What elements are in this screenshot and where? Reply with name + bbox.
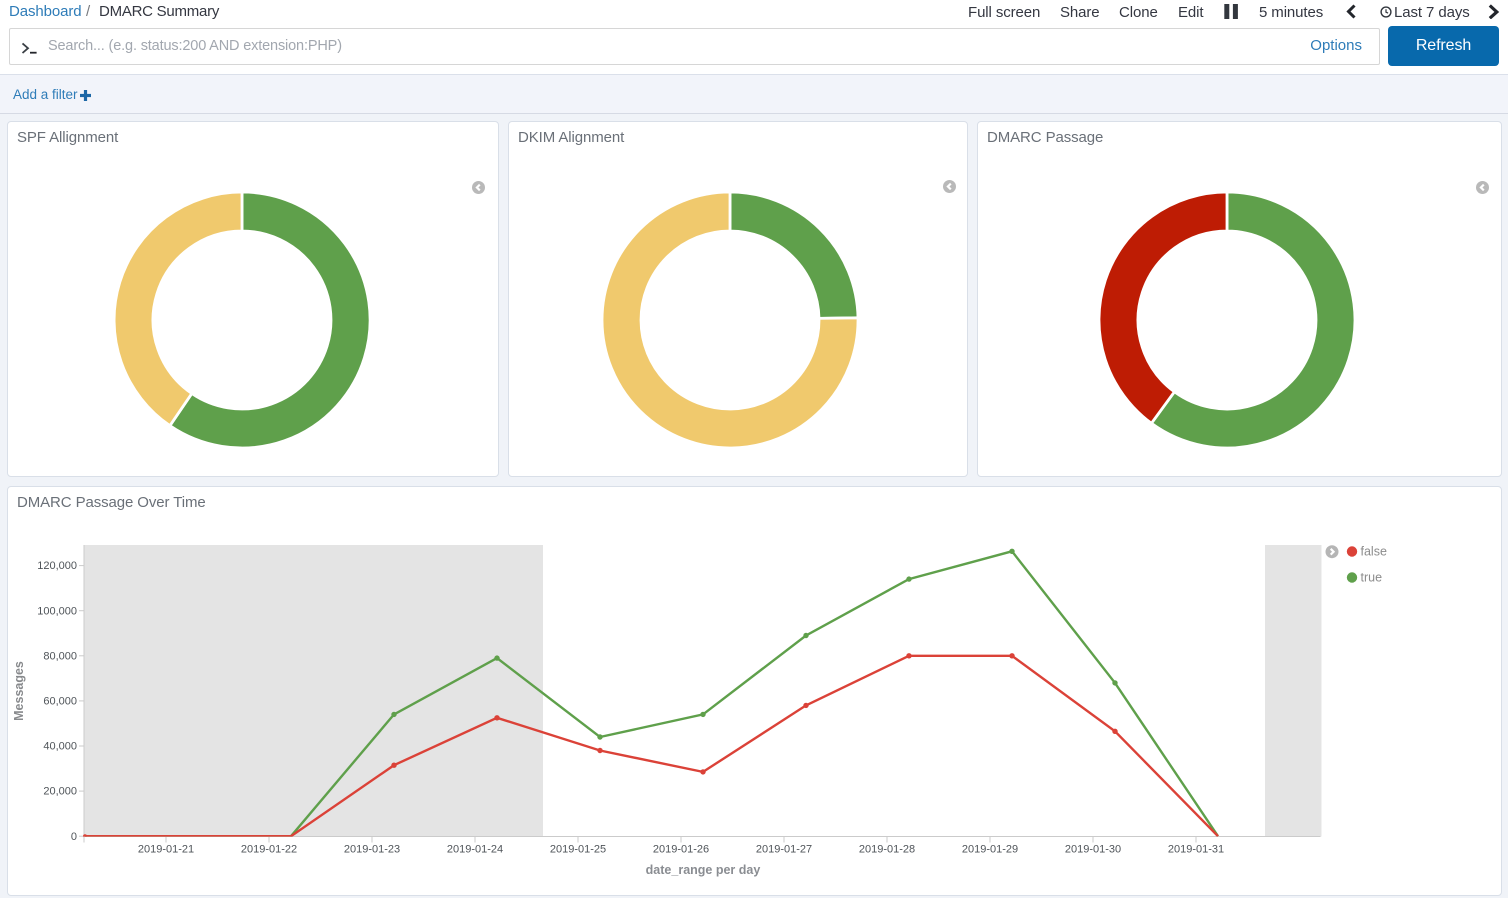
svg-text:date_range per day: date_range per day xyxy=(646,863,761,877)
svg-text:false: false xyxy=(1361,545,1387,559)
svg-text:60,000: 60,000 xyxy=(43,696,77,708)
svg-text:2019-01-26: 2019-01-26 xyxy=(653,844,709,856)
svg-text:2019-01-23: 2019-01-23 xyxy=(344,844,400,856)
svg-text:2019-01-27: 2019-01-27 xyxy=(756,844,812,856)
svg-text:2019-01-24: 2019-01-24 xyxy=(447,844,503,856)
svg-text:2019-01-21: 2019-01-21 xyxy=(138,844,194,856)
svg-text:0: 0 xyxy=(71,831,77,843)
svg-text:2019-01-25: 2019-01-25 xyxy=(550,844,606,856)
svg-text:2019-01-30: 2019-01-30 xyxy=(1065,844,1121,856)
svg-text:80,000: 80,000 xyxy=(43,650,77,662)
svg-text:true: true xyxy=(1361,571,1383,585)
svg-text:2019-01-22: 2019-01-22 xyxy=(241,844,297,856)
svg-text:120,000: 120,000 xyxy=(37,560,77,572)
svg-text:40,000: 40,000 xyxy=(43,741,77,753)
svg-text:2019-01-31: 2019-01-31 xyxy=(1168,844,1224,856)
svg-text:Messages: Messages xyxy=(12,661,26,721)
svg-text:2019-01-28: 2019-01-28 xyxy=(859,844,915,856)
svg-text:100,000: 100,000 xyxy=(37,605,77,617)
svg-text:20,000: 20,000 xyxy=(43,786,77,798)
svg-text:2019-01-29: 2019-01-29 xyxy=(962,844,1018,856)
